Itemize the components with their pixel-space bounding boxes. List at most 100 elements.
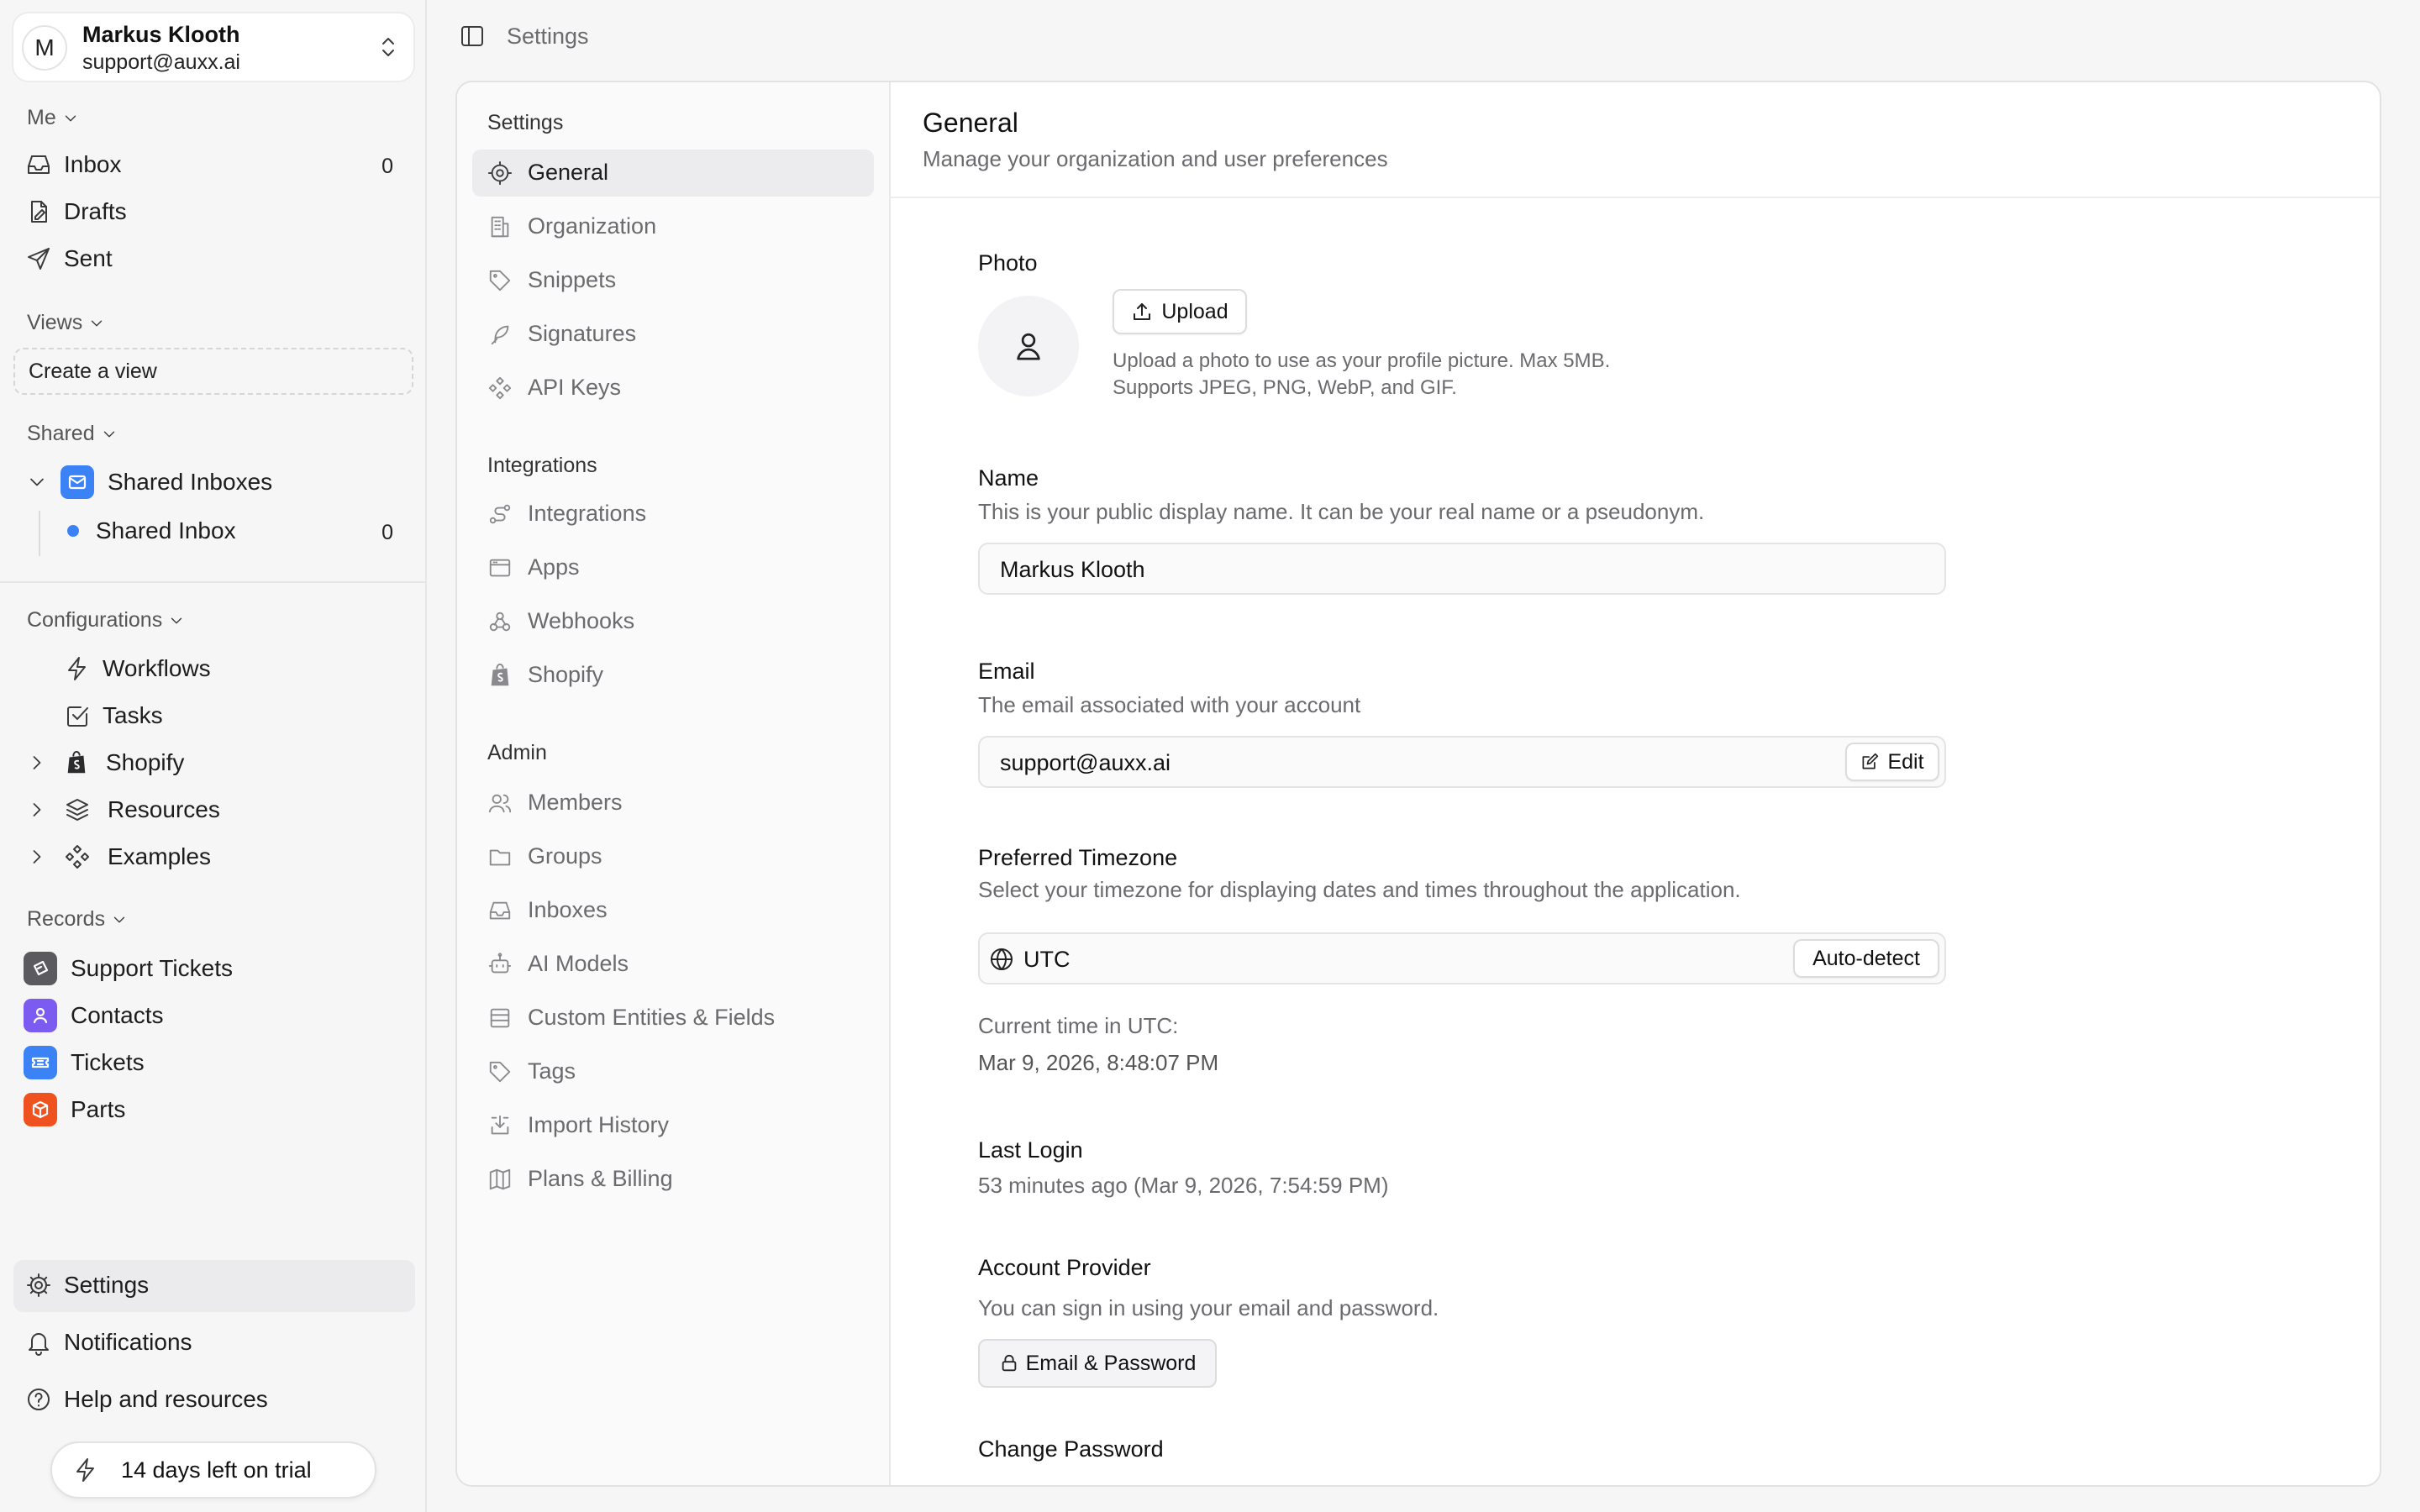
last-login-label: Last Login — [978, 1137, 1083, 1163]
globe-icon — [991, 948, 1013, 970]
edit-email-button[interactable]: Edit — [1845, 743, 1939, 781]
inbox-icon — [28, 155, 50, 174]
layers-icon — [66, 799, 88, 821]
subnav-item-label: Webhooks — [528, 608, 635, 633]
subnav-item-apps[interactable]: Apps — [487, 554, 580, 580]
subnav-item-organization[interactable]: Organization — [487, 213, 656, 239]
subnav-heading-admin: Admin — [487, 741, 547, 764]
sidebar-item-shopify[interactable]: Shopify — [25, 749, 184, 776]
sidebar-item-drafts[interactable]: Drafts — [25, 198, 127, 225]
sidebar-item-support-tickets[interactable]: Support Tickets — [24, 952, 233, 985]
name-input[interactable]: Markus Klooth — [978, 543, 1946, 595]
subnav-item-snippets[interactable]: Snippets — [487, 267, 616, 293]
subnav-heading-settings: Settings — [487, 111, 564, 134]
name-label: Name — [978, 465, 1039, 491]
sidebar-item-label: Shopify — [106, 749, 185, 775]
timezone-label: Preferred Timezone — [978, 845, 1178, 870]
provider-badge-label: Email & Password — [1025, 1351, 1197, 1375]
feather-icon — [491, 325, 509, 344]
subnav-item-label: Organization — [528, 213, 657, 239]
chevron-down-icon — [65, 115, 76, 121]
subnav-item-tags[interactable]: Tags — [487, 1058, 576, 1084]
sidebar-divider — [0, 581, 425, 583]
section-shared[interactable]: Shared — [27, 422, 118, 446]
subnav-item-shopify[interactable]: Shopify — [487, 662, 603, 688]
subnav-item-webhooks[interactable]: Webhooks — [487, 608, 634, 634]
sidebar-item-sent[interactable]: Sent — [25, 245, 113, 272]
subnav-item-api-keys[interactable]: API Keys — [487, 375, 621, 401]
sidebar-item-contacts[interactable]: Contacts — [24, 999, 164, 1032]
section-views[interactable]: Views — [27, 311, 106, 335]
sidebar-item-shared-inbox[interactable]: Shared Inbox — [67, 517, 236, 544]
subnav-item-signatures[interactable]: Signatures — [487, 321, 636, 347]
subnav-item-plans-billing[interactable]: Plans & Billing — [487, 1166, 673, 1192]
webhook-icon — [489, 612, 511, 631]
sidebar-item-label: Drafts — [64, 198, 127, 224]
upload-icon — [1134, 303, 1151, 320]
subnav-item-import-history[interactable]: Import History — [487, 1112, 669, 1138]
sidebar-item-workflows[interactable]: Workflows — [64, 655, 211, 682]
box-icon — [24, 1093, 57, 1126]
section-configurations[interactable]: Configurations — [27, 608, 186, 633]
email-help: The email associated with your account — [978, 692, 1361, 717]
sidebar-item-parts[interactable]: Parts — [24, 1093, 125, 1126]
mail-icon — [60, 465, 94, 499]
user-switcher[interactable]: M Markus Klooth support@auxx.ai — [12, 12, 415, 82]
auto-detect-button[interactable]: Auto-detect — [1793, 939, 1939, 978]
create-view-button[interactable]: Create a view — [13, 348, 413, 395]
section-records[interactable]: Records — [27, 907, 129, 932]
sidebar-item-help[interactable]: Help and resources — [25, 1386, 268, 1413]
lock-icon — [1002, 1354, 1016, 1372]
sidebar-item-tickets[interactable]: Tickets — [24, 1046, 145, 1079]
chevron-down-icon — [113, 916, 125, 922]
subnav-item-groups[interactable]: Groups — [487, 843, 602, 869]
shared-inbox-count: 0 — [381, 521, 393, 544]
subnav-item-integrations[interactable]: Integrations — [487, 501, 646, 527]
sidebar-item-label: Tasks — [103, 702, 163, 728]
sidebar-item-label: Tickets — [71, 1049, 145, 1075]
subnav-item-inboxes[interactable]: Inboxes — [487, 897, 608, 923]
name-help: This is your public display name. It can… — [978, 499, 1705, 524]
key-icon — [488, 376, 512, 399]
import-icon — [491, 1115, 509, 1134]
section-me[interactable]: Me — [27, 106, 80, 130]
sidebar-item-label: Parts — [71, 1096, 126, 1122]
sidebar-item-label: Shared Inboxes — [108, 469, 273, 495]
subnav-item-ai-models[interactable]: AI Models — [487, 951, 629, 977]
current-time-label: Current time in UTC: — [978, 1013, 1179, 1038]
upload-button[interactable]: Upload — [1113, 289, 1247, 334]
chevron-down-icon — [103, 431, 114, 437]
subnav-item-label: AI Models — [528, 951, 629, 976]
sidebar-item-resources[interactable]: Resources — [25, 796, 220, 823]
section-me-label: Me — [27, 106, 56, 129]
section-views-label: Views — [27, 311, 83, 334]
subnav-item-label: Groups — [528, 843, 602, 869]
subnav-item-general[interactable]: General — [487, 160, 608, 186]
sidebar-item-settings[interactable]: Settings — [25, 1272, 149, 1299]
trial-button[interactable]: 14 days left on trial — [50, 1441, 376, 1499]
drafts-icon — [31, 201, 47, 223]
sidebar-item-notifications[interactable]: Notifications — [25, 1329, 192, 1356]
sidebar-item-label: Workflows — [103, 655, 211, 681]
subnav-item-members[interactable]: Members — [487, 790, 623, 816]
sidebar-item-examples[interactable]: Examples — [25, 843, 211, 870]
page-title: General — [923, 108, 1018, 138]
sidebar-item-inbox[interactable]: Inbox — [25, 151, 122, 178]
sidebar-item-label: Sent — [64, 245, 113, 271]
sidebar-toggle-button[interactable] — [459, 23, 486, 50]
chevron-right-icon — [33, 756, 41, 769]
sidebar: M Markus Klooth support@auxx.ai Me Inbox… — [0, 0, 427, 1512]
email-value: support@auxx.ai — [1000, 750, 1171, 775]
sidebar-item-tasks[interactable]: Tasks — [64, 702, 163, 729]
edit-label: Edit — [1887, 749, 1924, 774]
subnav-item-label: Tags — [528, 1058, 576, 1084]
sidebar-item-label: Help and resources — [64, 1386, 268, 1412]
subnav-item-custom-entities[interactable]: Custom Entities & Fields — [487, 1005, 775, 1031]
trial-label: 14 days left on trial — [121, 1457, 312, 1483]
bot-icon — [488, 952, 512, 973]
inbox-count: 0 — [381, 155, 393, 178]
chevron-down-icon — [92, 320, 103, 326]
breadcrumb: Settings — [507, 24, 589, 49]
timezone-select[interactable]: UTC Auto-detect — [978, 932, 1946, 984]
sidebar-item-shared-inboxes[interactable]: Shared Inboxes — [25, 465, 272, 499]
